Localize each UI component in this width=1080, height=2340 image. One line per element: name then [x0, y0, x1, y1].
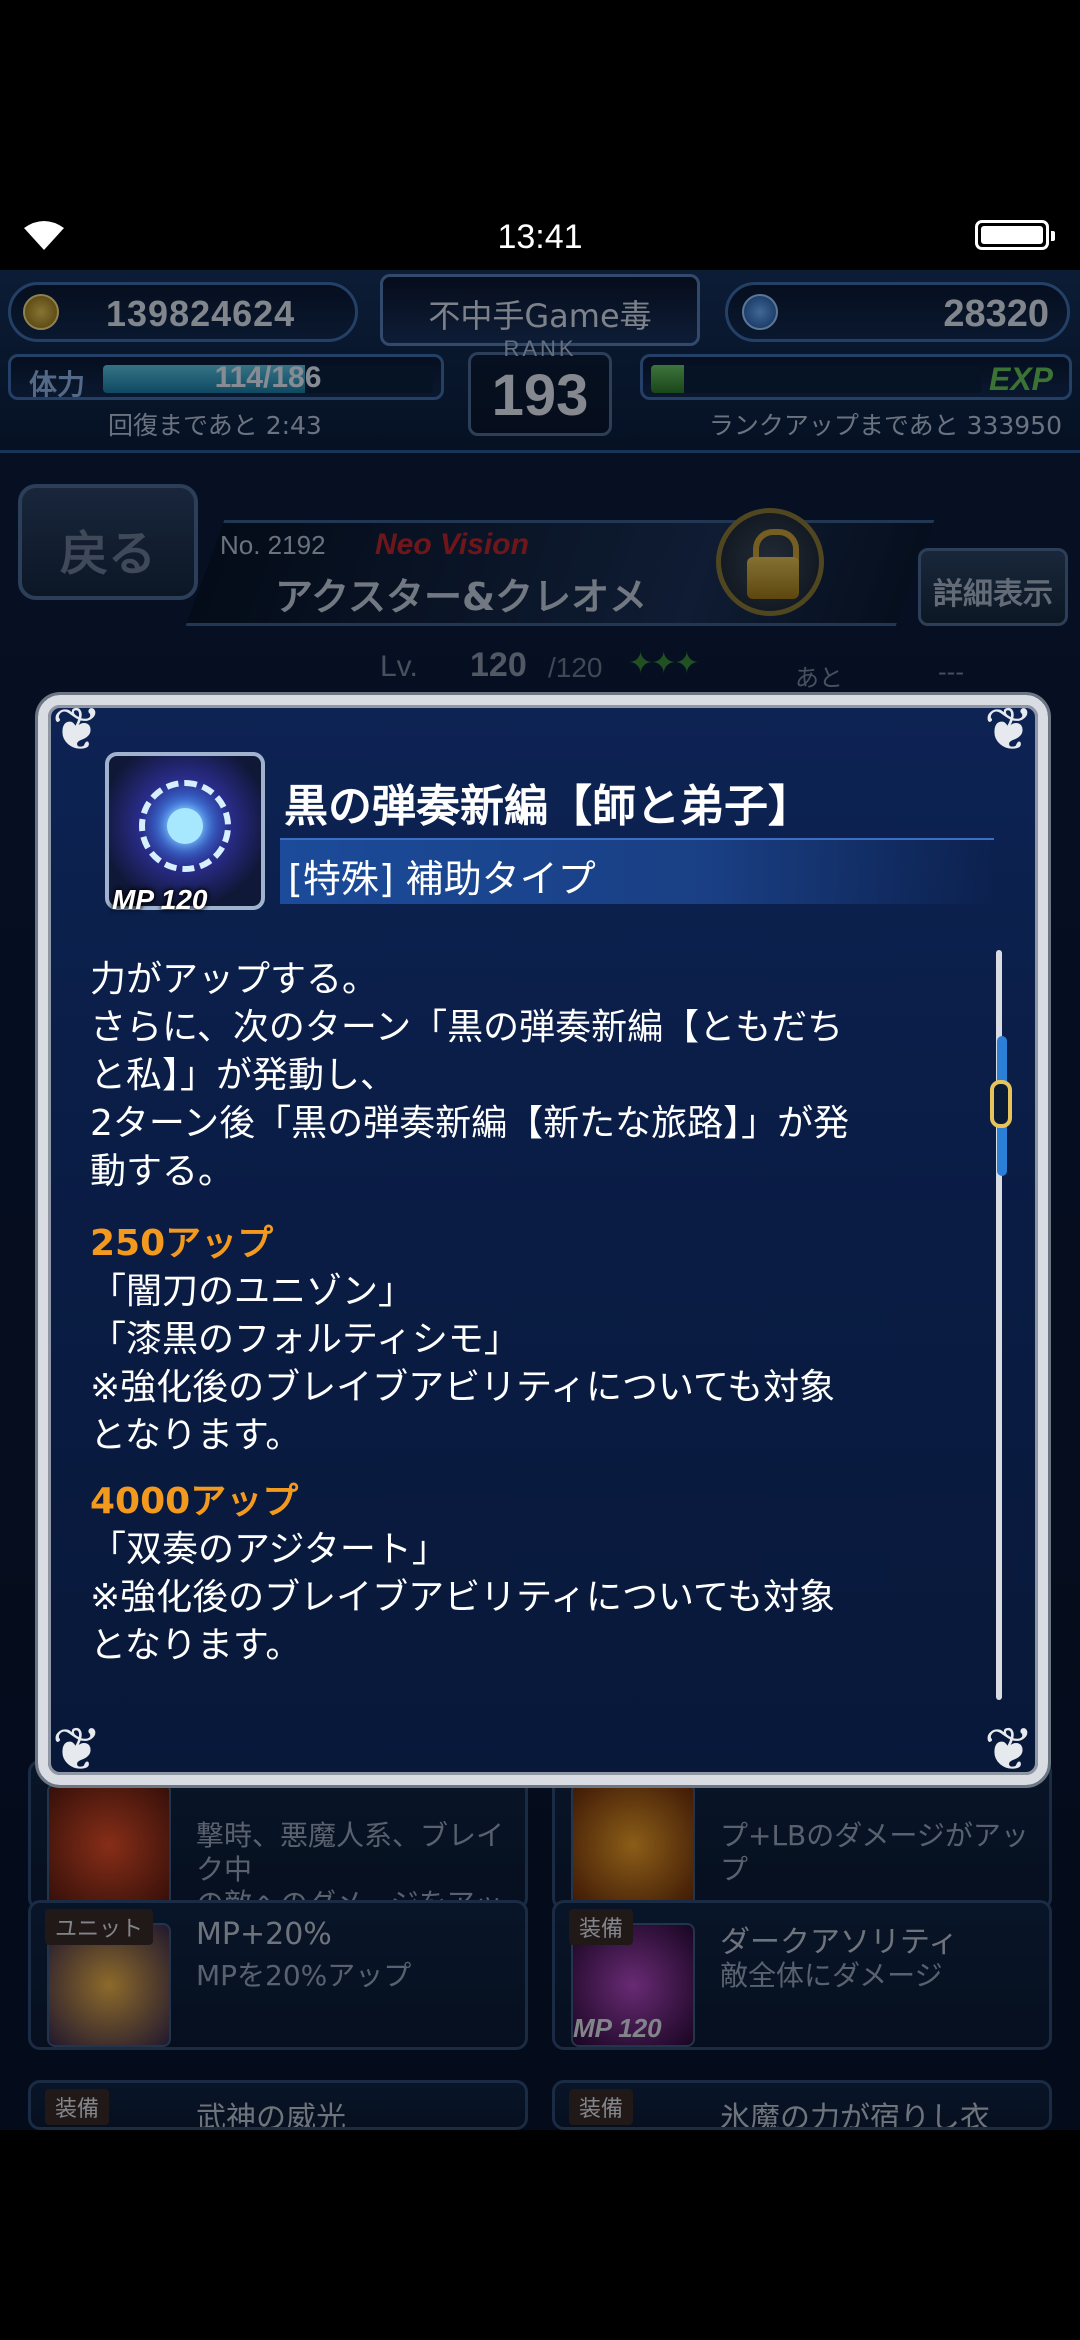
scrollbar-thumb[interactable]: [990, 1080, 1012, 1128]
description-line: さらに、次のターン「黒の弾奏新編【ともだち: [90, 1007, 844, 1048]
description-line: となります。: [90, 1415, 302, 1456]
ornament-corner-icon: ❦: [983, 1715, 1035, 1785]
status-time: 13:41: [497, 218, 583, 256]
description-line: となります。: [90, 1625, 302, 1666]
ornament-corner-icon: ❦: [983, 695, 1035, 765]
status-bar: 13:41: [0, 190, 1080, 280]
description-line: 動する。: [90, 1151, 235, 1192]
ornament-corner-icon: ❦: [51, 1715, 103, 1785]
skill-description[interactable]: 力がアップする。 さらに、次のターン「黒の弾奏新編【ともだち と私】」が発動し、…: [90, 950, 990, 1710]
skill-type: [特殊] 補助タイプ: [288, 857, 596, 901]
description-line: 力がアップする。: [90, 959, 379, 1000]
ornament-corner-icon: ❦: [51, 695, 103, 765]
description-line: 「双奏のアジタート」: [90, 1529, 448, 1570]
description-line: 「漆黒のフォルティシモ」: [90, 1319, 520, 1360]
battery-icon: [975, 220, 1055, 250]
description-line: 2ターン後「黒の弾奏新編【新たな旅路】」が発: [90, 1103, 850, 1144]
description-line: ※強化後のブレイブアビリティについても対象: [90, 1577, 836, 1618]
skill-mp-cost: MP 120: [112, 884, 208, 915]
description-line: ※強化後のブレイブアビリティについても対象: [90, 1367, 836, 1408]
skill-name: 黒の弾奏新編【師と弟子】: [284, 781, 812, 832]
description-heading: 250アップ: [90, 1223, 274, 1264]
description-line: 「闇刀のユニゾン」: [90, 1271, 415, 1312]
description-heading: 4000アップ: [90, 1481, 299, 1522]
description-line: と私】」が発動し、: [90, 1055, 397, 1096]
